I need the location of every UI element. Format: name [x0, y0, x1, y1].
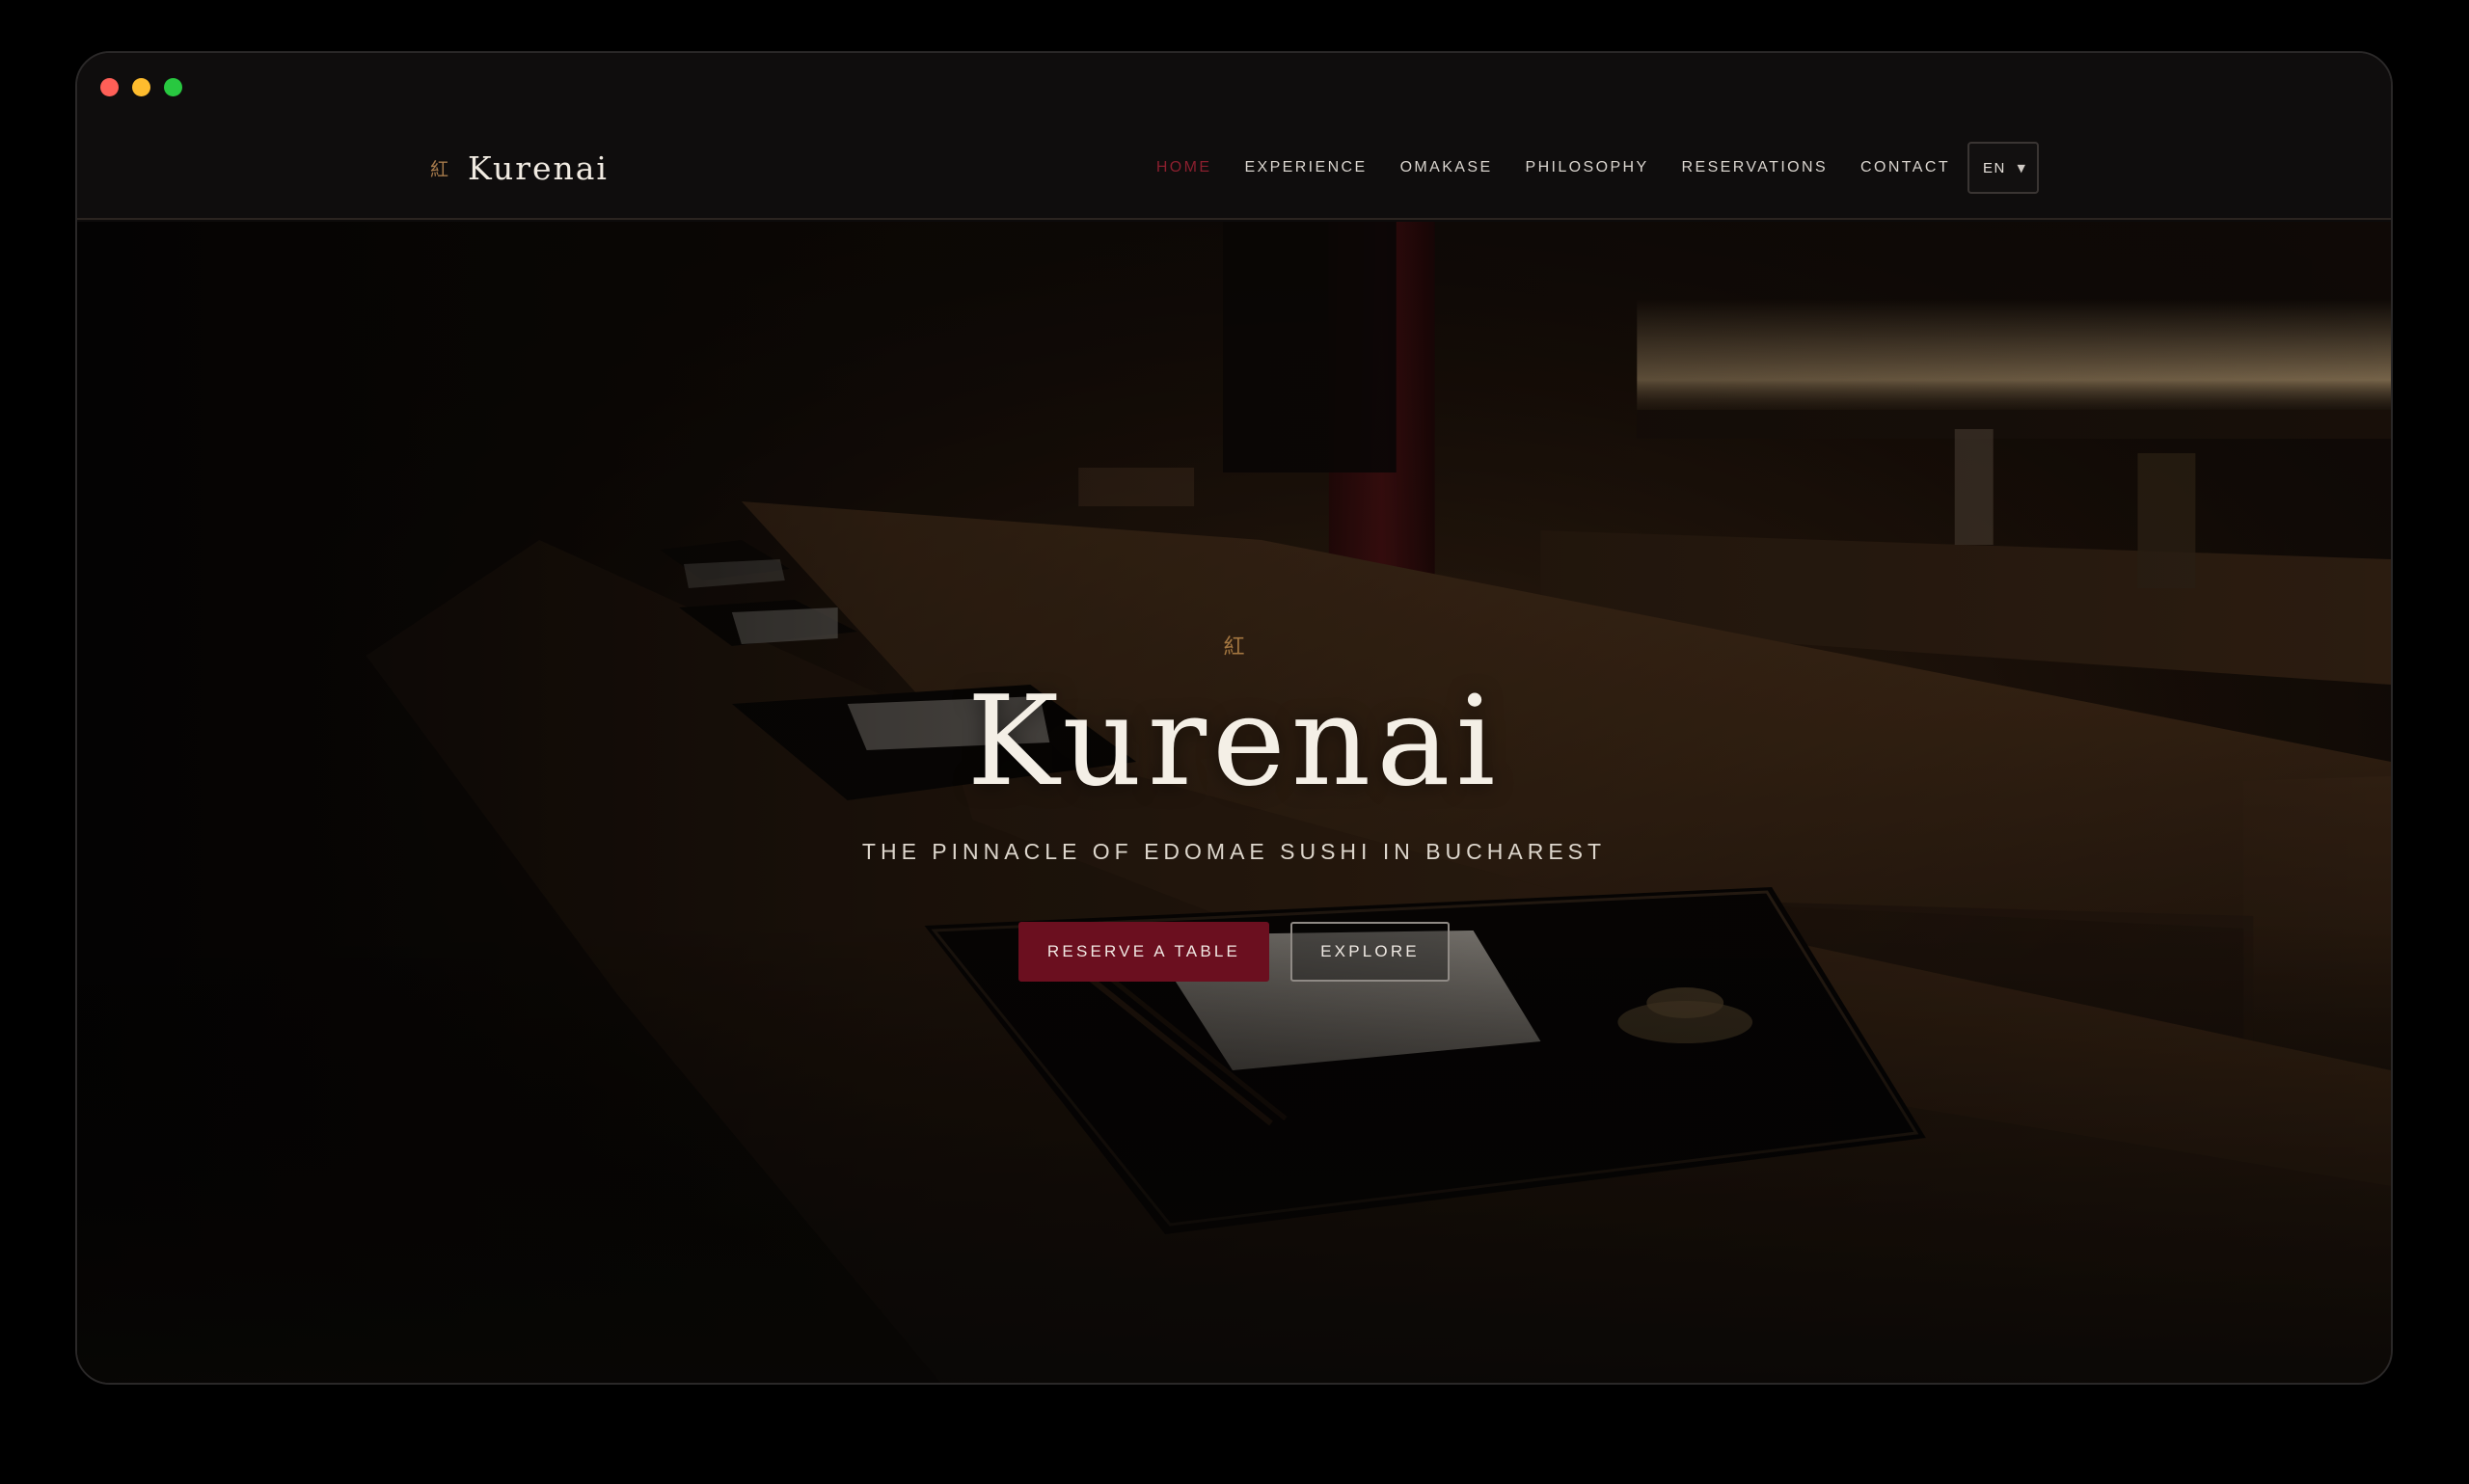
site-header: 紅 Kurenai HOME EXPERIENCE OMAKASE PHILOS…: [77, 53, 2391, 220]
maximize-window-button[interactable]: [164, 78, 182, 96]
hero-title: Kurenai: [966, 670, 1502, 814]
brand-name: Kurenai: [468, 149, 609, 187]
reserve-table-button[interactable]: RESERVE A TABLE: [1018, 922, 1269, 982]
close-window-button[interactable]: [100, 78, 119, 96]
nav-item-omakase[interactable]: OMAKASE: [1400, 142, 1493, 194]
window-controls: [100, 78, 182, 96]
nav-item-home[interactable]: HOME: [1156, 142, 1212, 194]
chevron-down-icon: ▼: [2017, 161, 2025, 175]
language-select[interactable]: EN ▼: [1967, 142, 2039, 194]
brand-kanji-icon: 紅: [430, 159, 449, 180]
nav-item-contact[interactable]: CONTACT: [1860, 142, 1950, 194]
nav-item-philosophy[interactable]: PHILOSOPHY: [1526, 142, 1649, 194]
hero-tagline: THE PINNACLE OF EDOMAE SUSHI IN BUCHARES…: [861, 839, 1607, 864]
main-navigation: HOME EXPERIENCE OMAKASE PHILOSOPHY RESER…: [1156, 142, 2039, 194]
minimize-window-button[interactable]: [132, 78, 150, 96]
hero-section: 紅 Kurenai THE PINNACLE OF EDOMAE SUSHI I…: [77, 222, 2391, 1383]
hero-kanji-icon: 紅: [1223, 635, 1245, 660]
browser-window: 紅 Kurenai HOME EXPERIENCE OMAKASE PHILOS…: [75, 51, 2393, 1385]
nav-item-experience[interactable]: EXPERIENCE: [1244, 142, 1367, 194]
hero-actions: RESERVE A TABLE EXPLORE: [77, 922, 2391, 982]
hero-content: 紅 Kurenai THE PINNACLE OF EDOMAE SUSHI I…: [77, 222, 2391, 1383]
language-value: EN: [1983, 159, 2006, 176]
brand-logo[interactable]: 紅 Kurenai: [430, 149, 609, 187]
nav-item-reservations[interactable]: RESERVATIONS: [1682, 142, 1829, 194]
explore-button[interactable]: EXPLORE: [1290, 922, 1450, 982]
